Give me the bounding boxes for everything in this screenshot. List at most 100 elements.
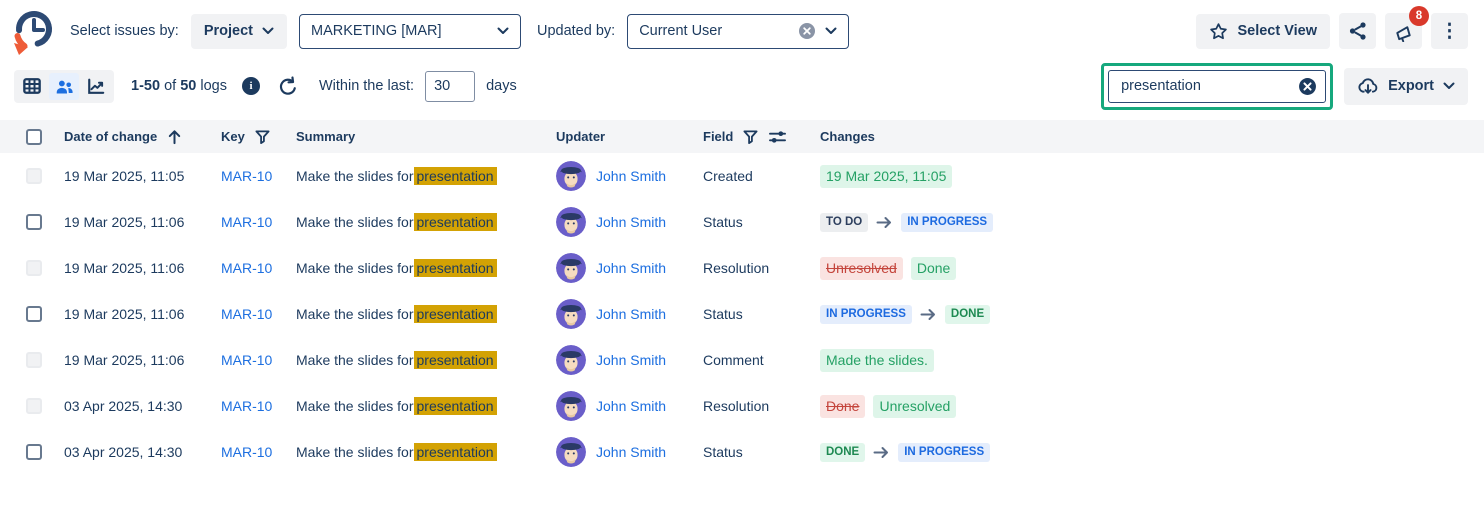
within-last-label: Within the last: xyxy=(319,78,414,94)
top-actions: Select View 8 ⋮ xyxy=(1196,13,1468,49)
issue-key-link[interactable]: MAR-10 xyxy=(221,398,272,414)
search-term-highlight: presentation xyxy=(414,305,497,323)
updater-link[interactable]: John Smith xyxy=(596,352,666,368)
mode-dropdown[interactable]: Project xyxy=(191,14,287,49)
chart-view-icon xyxy=(87,77,105,96)
issue-key-link[interactable]: MAR-10 xyxy=(221,168,272,184)
issue-key-link[interactable]: MAR-10 xyxy=(221,306,272,322)
issue-key-link[interactable]: MAR-10 xyxy=(221,444,272,460)
project-select[interactable]: MARKETING [MAR] xyxy=(299,14,521,49)
table-row: 19 Mar 2025, 11:06MAR-10Make the slides … xyxy=(0,199,1484,245)
search-term-highlight: presentation xyxy=(414,167,497,185)
people-view-button[interactable] xyxy=(49,73,79,100)
row-date: 19 Mar 2025, 11:06 xyxy=(64,260,221,276)
col-updater[interactable]: Updater xyxy=(556,129,605,144)
change-badge-blue: IN PROGRESS xyxy=(901,213,993,232)
updater-link[interactable]: John Smith xyxy=(596,168,666,184)
table-view-button[interactable] xyxy=(17,73,47,100)
table-row: 19 Mar 2025, 11:05MAR-10Make the slides … xyxy=(0,153,1484,199)
col-key[interactable]: Key xyxy=(221,129,245,144)
chart-view-button[interactable] xyxy=(81,73,111,100)
clear-filter-icon[interactable] xyxy=(798,22,816,40)
field-filter-icon[interactable] xyxy=(742,129,759,145)
updated-by-select[interactable]: Current User xyxy=(627,14,849,49)
updater-link[interactable]: John Smith xyxy=(596,214,666,230)
row-date: 19 Mar 2025, 11:06 xyxy=(64,306,221,322)
row-checkbox[interactable] xyxy=(26,306,42,322)
export-button[interactable]: Export xyxy=(1344,68,1468,105)
row-date: 03 Apr 2025, 14:30 xyxy=(64,444,221,460)
updater-link[interactable]: John Smith xyxy=(596,306,666,322)
search-term-highlight: presentation xyxy=(414,351,497,369)
share-button[interactable] xyxy=(1339,13,1376,49)
transition-arrow-icon xyxy=(876,216,893,229)
col-field[interactable]: Field xyxy=(703,129,733,144)
key-filter-icon[interactable] xyxy=(254,129,271,145)
row-field: Status xyxy=(703,306,820,322)
row-summary: Make the slides for presentation xyxy=(296,259,556,277)
issue-key-link[interactable]: MAR-10 xyxy=(221,260,272,276)
row-field: Resolution xyxy=(703,260,820,276)
days-label: days xyxy=(486,78,517,94)
updated-by-label: Updated by: xyxy=(537,23,615,39)
row-changes: 19 Mar 2025, 11:05 xyxy=(820,165,1484,188)
issue-key-link[interactable]: MAR-10 xyxy=(221,352,272,368)
change-badge-green: DONE xyxy=(820,443,865,462)
info-icon[interactable]: i xyxy=(242,77,260,95)
updater-link[interactable]: John Smith xyxy=(596,398,666,414)
select-all-checkbox[interactable] xyxy=(26,129,42,145)
issue-key-link[interactable]: MAR-10 xyxy=(221,214,272,230)
updater-link[interactable]: John Smith xyxy=(596,260,666,276)
row-changes: Made the slides. xyxy=(820,349,1484,372)
select-view-button[interactable]: Select View xyxy=(1196,14,1330,49)
notification-badge: 8 xyxy=(1409,6,1429,26)
refresh-button[interactable] xyxy=(275,76,300,97)
table-row: 03 Apr 2025, 14:30MAR-10 Make the slides … xyxy=(0,383,1484,429)
row-date: 03 Apr 2025, 14:30 xyxy=(64,398,221,414)
clear-search-icon xyxy=(1298,77,1317,96)
star-icon xyxy=(1209,22,1228,41)
app-logo-icon xyxy=(10,7,58,55)
col-summary[interactable]: Summary xyxy=(296,129,355,144)
change-chip-red-strike: Unresolved xyxy=(820,257,903,280)
row-summary: Make the slides for presentation xyxy=(296,213,556,231)
export-cloud-icon xyxy=(1357,76,1379,96)
change-badge-green: DONE xyxy=(945,305,990,324)
export-label: Export xyxy=(1388,78,1434,94)
transition-arrow-icon xyxy=(873,446,890,459)
row-field: Status xyxy=(703,214,820,230)
field-settings-icon[interactable] xyxy=(768,129,787,145)
result-range: 1-50 xyxy=(131,78,160,94)
updater-link[interactable]: John Smith xyxy=(596,444,666,460)
row-changes: IN PROGRESS DONE xyxy=(820,305,1484,324)
search-term-highlight: presentation xyxy=(414,443,497,461)
row-date: 19 Mar 2025, 11:05 xyxy=(64,168,221,184)
row-checkbox[interactable] xyxy=(26,444,42,460)
search-box xyxy=(1108,70,1326,103)
share-icon xyxy=(1348,21,1368,41)
table-row: 03 Apr 2025, 14:30MAR-10Make the slides … xyxy=(0,429,1484,475)
top-bar: Select issues by: Project MARKETING [MAR… xyxy=(0,0,1484,60)
search-term-highlight: presentation xyxy=(414,213,497,231)
search-input[interactable] xyxy=(1119,77,1292,95)
more-menu-button[interactable]: ⋮ xyxy=(1431,13,1468,49)
col-changes: Changes xyxy=(820,129,875,144)
whats-new-button[interactable]: 8 xyxy=(1385,13,1422,49)
user-avatar xyxy=(556,299,586,329)
clear-search-button[interactable] xyxy=(1298,77,1317,96)
col-date-of-change[interactable]: Date of change xyxy=(64,129,157,144)
chevron-down-icon xyxy=(1443,82,1455,90)
user-avatar xyxy=(556,207,586,237)
select-issues-by-label: Select issues by: xyxy=(70,23,179,39)
sort-ascending-icon[interactable] xyxy=(166,128,183,145)
change-chip-red-strike: Done xyxy=(820,395,865,418)
row-summary: Make the slides for presentation xyxy=(296,167,556,185)
row-checkbox xyxy=(26,352,42,368)
refresh-icon xyxy=(277,76,298,97)
change-badge-blue: IN PROGRESS xyxy=(898,443,990,462)
row-summary: Make the slides for presentation xyxy=(296,397,556,415)
days-input[interactable] xyxy=(425,71,475,102)
row-summary: Make the slides for presentation xyxy=(296,305,556,323)
row-checkbox[interactable] xyxy=(26,214,42,230)
change-chip-green: Unresolved xyxy=(873,395,956,418)
